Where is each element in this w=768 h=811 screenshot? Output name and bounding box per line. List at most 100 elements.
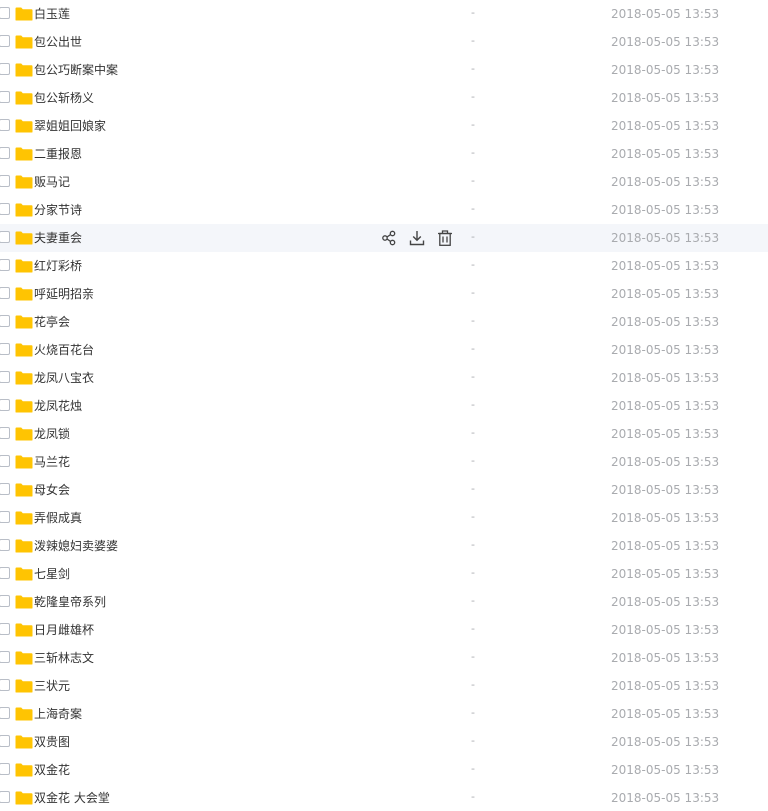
- file-row[interactable]: 泼辣媳妇卖婆婆 - 2018-05-05 13:53: [0, 532, 768, 560]
- folder-icon: [15, 314, 33, 329]
- file-row[interactable]: 贩马记 - 2018-05-05 13:53: [0, 168, 768, 196]
- folder-icon: [15, 622, 33, 637]
- file-name[interactable]: 包公出世: [34, 28, 82, 56]
- row-checkbox[interactable]: [0, 763, 10, 775]
- row-checkbox[interactable]: [0, 259, 10, 271]
- file-name[interactable]: 乾隆皇帝系列: [34, 588, 106, 616]
- file-name[interactable]: 母女会: [34, 476, 70, 504]
- file-modified-date: 2018-05-05 13:53: [611, 315, 720, 329]
- file-name[interactable]: 双金花 大会堂: [34, 784, 110, 811]
- file-name[interactable]: 龙凤花烛: [34, 392, 82, 420]
- file-name[interactable]: 上海奇案: [34, 700, 82, 728]
- share-icon[interactable]: [381, 230, 397, 246]
- row-checkbox[interactable]: [0, 483, 10, 495]
- file-name[interactable]: 火烧百花台: [34, 336, 94, 364]
- file-row[interactable]: 分家节诗 - 2018-05-05 13:53: [0, 196, 768, 224]
- file-row[interactable]: 龙凤锁 - 2018-05-05 13:53: [0, 420, 768, 448]
- row-checkbox[interactable]: [0, 371, 10, 383]
- row-checkbox[interactable]: [0, 791, 10, 803]
- folder-icon: [15, 146, 33, 161]
- row-checkbox[interactable]: [0, 7, 10, 19]
- file-row[interactable]: 弄假成真 - 2018-05-05 13:53: [0, 504, 768, 532]
- row-checkbox[interactable]: [0, 231, 10, 243]
- file-row[interactable]: 三状元 - 2018-05-05 13:53: [0, 672, 768, 700]
- row-checkbox[interactable]: [0, 455, 10, 467]
- file-name[interactable]: 夫妻重会: [34, 224, 82, 252]
- row-checkbox[interactable]: [0, 707, 10, 719]
- row-checkbox[interactable]: [0, 427, 10, 439]
- file-row[interactable]: 翠姐姐回娘家 - 2018-05-05 13:53: [0, 112, 768, 140]
- row-checkbox[interactable]: [0, 539, 10, 551]
- file-row[interactable]: 呼延明招亲 - 2018-05-05 13:53: [0, 280, 768, 308]
- file-row[interactable]: 三斩林志文 - 2018-05-05 13:53: [0, 644, 768, 672]
- row-checkbox[interactable]: [0, 651, 10, 663]
- file-name[interactable]: 龙凤八宝衣: [34, 364, 94, 392]
- file-name[interactable]: 包公巧断案中案: [34, 56, 118, 84]
- row-checkbox[interactable]: [0, 175, 10, 187]
- file-modified-date: 2018-05-05 13:53: [611, 455, 720, 469]
- file-name[interactable]: 白玉莲: [34, 0, 70, 28]
- file-row[interactable]: 红灯彩桥 - 2018-05-05 13:53: [0, 252, 768, 280]
- file-row[interactable]: 夫妻重会 - 2018-05-05 13:53: [0, 224, 768, 252]
- file-name[interactable]: 包公斩杨义: [34, 84, 94, 112]
- row-checkbox[interactable]: [0, 287, 10, 299]
- file-row[interactable]: 乾隆皇帝系列 - 2018-05-05 13:53: [0, 588, 768, 616]
- file-name[interactable]: 七星剑: [34, 560, 70, 588]
- row-checkbox[interactable]: [0, 567, 10, 579]
- file-row[interactable]: 双金花 - 2018-05-05 13:53: [0, 756, 768, 784]
- trash-icon[interactable]: [437, 230, 453, 246]
- row-checkbox[interactable]: [0, 679, 10, 691]
- file-row[interactable]: 包公斩杨义 - 2018-05-05 13:53: [0, 84, 768, 112]
- folder-icon: [15, 118, 33, 133]
- file-name[interactable]: 龙凤锁: [34, 420, 70, 448]
- file-name[interactable]: 弄假成真: [34, 504, 82, 532]
- file-row[interactable]: 火烧百花台 - 2018-05-05 13:53: [0, 336, 768, 364]
- file-row[interactable]: 龙凤八宝衣 - 2018-05-05 13:53: [0, 364, 768, 392]
- row-checkbox[interactable]: [0, 203, 10, 215]
- download-icon[interactable]: [409, 230, 425, 246]
- row-checkbox[interactable]: [0, 147, 10, 159]
- file-name[interactable]: 二重报恩: [34, 140, 82, 168]
- file-name[interactable]: 红灯彩桥: [34, 252, 82, 280]
- folder-icon: [15, 62, 33, 77]
- file-name[interactable]: 呼延明招亲: [34, 280, 94, 308]
- file-row[interactable]: 包公巧断案中案 - 2018-05-05 13:53: [0, 56, 768, 84]
- file-row[interactable]: 日月雌雄杯 - 2018-05-05 13:53: [0, 616, 768, 644]
- row-checkbox[interactable]: [0, 399, 10, 411]
- file-name[interactable]: 日月雌雄杯: [34, 616, 94, 644]
- file-name[interactable]: 三状元: [34, 672, 70, 700]
- row-checkbox[interactable]: [0, 35, 10, 47]
- file-row[interactable]: 包公出世 - 2018-05-05 13:53: [0, 28, 768, 56]
- file-size: -: [471, 454, 475, 467]
- row-checkbox[interactable]: [0, 623, 10, 635]
- row-checkbox[interactable]: [0, 119, 10, 131]
- folder-icon: [15, 6, 33, 21]
- file-name[interactable]: 花亭会: [34, 308, 70, 336]
- row-checkbox[interactable]: [0, 511, 10, 523]
- row-checkbox[interactable]: [0, 595, 10, 607]
- file-name[interactable]: 马兰花: [34, 448, 70, 476]
- file-row[interactable]: 母女会 - 2018-05-05 13:53: [0, 476, 768, 504]
- file-row[interactable]: 双金花 大会堂 - 2018-05-05 13:53: [0, 784, 768, 811]
- row-checkbox[interactable]: [0, 63, 10, 75]
- file-name[interactable]: 双贵图: [34, 728, 70, 756]
- file-name[interactable]: 双金花: [34, 756, 70, 784]
- file-name[interactable]: 翠姐姐回娘家: [34, 112, 106, 140]
- file-name[interactable]: 分家节诗: [34, 196, 82, 224]
- file-name[interactable]: 贩马记: [34, 168, 70, 196]
- row-checkbox[interactable]: [0, 91, 10, 103]
- file-row[interactable]: 双贵图 - 2018-05-05 13:53: [0, 728, 768, 756]
- file-row[interactable]: 白玉莲 - 2018-05-05 13:53: [0, 0, 768, 28]
- file-row[interactable]: 上海奇案 - 2018-05-05 13:53: [0, 700, 768, 728]
- file-name[interactable]: 三斩林志文: [34, 644, 94, 672]
- row-checkbox[interactable]: [0, 735, 10, 747]
- row-checkbox[interactable]: [0, 315, 10, 327]
- file-row[interactable]: 马兰花 - 2018-05-05 13:53: [0, 448, 768, 476]
- file-row[interactable]: 七星剑 - 2018-05-05 13:53: [0, 560, 768, 588]
- file-name[interactable]: 泼辣媳妇卖婆婆: [34, 532, 118, 560]
- row-checkbox[interactable]: [0, 343, 10, 355]
- file-modified-date: 2018-05-05 13:53: [611, 539, 720, 553]
- file-row[interactable]: 龙凤花烛 - 2018-05-05 13:53: [0, 392, 768, 420]
- file-row[interactable]: 二重报恩 - 2018-05-05 13:53: [0, 140, 768, 168]
- file-row[interactable]: 花亭会 - 2018-05-05 13:53: [0, 308, 768, 336]
